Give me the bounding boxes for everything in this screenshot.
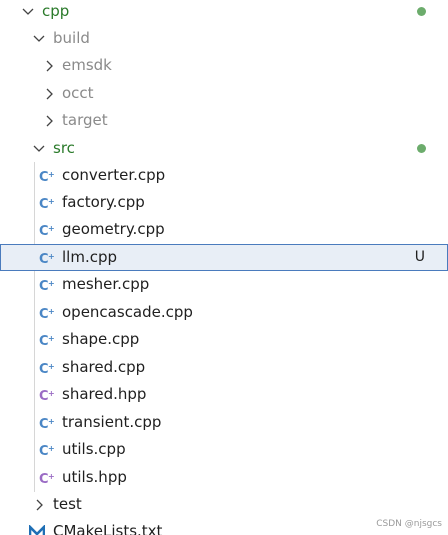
cpp-file-icon: C + (39, 354, 55, 381)
svg-text:+: + (48, 389, 55, 398)
file-label: opencascade.cpp (62, 303, 193, 321)
tree-folder-src[interactable]: src (0, 135, 448, 162)
cpp-file-icon: C + (39, 245, 55, 270)
svg-text:+: + (48, 279, 55, 288)
svg-text:+: + (48, 307, 55, 316)
hpp-file-icon: C + (39, 464, 55, 491)
svg-text:+: + (48, 197, 55, 206)
tree-file-geometry-cpp[interactable]: C + geometry.cpp (0, 216, 448, 243)
tree-file-utils-hpp[interactable]: C + utils.hpp (0, 464, 448, 491)
cpp-file-icon: C + (39, 409, 55, 436)
tree-file-utils-cpp[interactable]: C + utils.cpp (0, 436, 448, 463)
file-label: shared.cpp (62, 358, 146, 376)
folder-label: emsdk (62, 56, 112, 74)
file-label: shape.cpp (62, 330, 140, 348)
svg-text:+: + (48, 334, 55, 343)
tree-file-llm-cpp[interactable]: C + llm.cpp U (0, 244, 448, 271)
tree-folder-occt[interactable]: occt (0, 80, 448, 107)
tree-folder-build[interactable]: build (0, 25, 448, 52)
cpp-file-icon: C + (39, 299, 55, 326)
folder-label: test (53, 495, 82, 513)
file-label: CMakeLists.txt (53, 522, 163, 535)
folder-label: target (62, 111, 108, 129)
cpp-file-icon: C + (39, 189, 55, 216)
chevron-right-icon[interactable] (42, 52, 58, 79)
tree-file-converter-cpp[interactable]: C + converter.cpp (0, 162, 448, 189)
cpp-file-icon: C + (39, 326, 55, 353)
cmake-file-icon (29, 518, 45, 535)
tree-folder-cpp[interactable]: cpp (0, 0, 448, 25)
tree-folder-test[interactable]: test (0, 491, 448, 518)
tree-folder-emsdk[interactable]: emsdk (0, 52, 448, 79)
folder-label: src (53, 139, 75, 157)
cpp-file-icon: C + (39, 162, 55, 189)
file-label: factory.cpp (62, 193, 145, 211)
tree-file-shared-hpp[interactable]: C + shared.hpp (0, 381, 448, 408)
git-status-untracked: U (414, 249, 425, 265)
chevron-down-icon[interactable] (31, 25, 47, 52)
tree-file-shared-cpp[interactable]: C + shared.cpp (0, 354, 448, 381)
cpp-file-icon: C + (39, 216, 55, 243)
chevron-right-icon[interactable] (42, 107, 58, 134)
chevron-down-icon[interactable] (31, 135, 47, 162)
svg-text:+: + (48, 362, 55, 371)
svg-text:+: + (48, 417, 55, 426)
modified-dot-icon (417, 7, 426, 16)
svg-text:+: + (48, 472, 55, 481)
svg-text:+: + (48, 252, 55, 261)
file-label: transient.cpp (62, 413, 162, 431)
file-label: utils.cpp (62, 440, 126, 458)
tree-file-shape-cpp[interactable]: C + shape.cpp (0, 326, 448, 353)
folder-label: cpp (42, 2, 70, 20)
modified-dot-icon (417, 144, 426, 153)
tree-file-transient-cpp[interactable]: C + transient.cpp (0, 409, 448, 436)
chevron-down-icon[interactable] (20, 0, 36, 25)
file-label: geometry.cpp (62, 220, 165, 238)
folder-label: build (53, 29, 90, 47)
file-label: llm.cpp (62, 248, 118, 266)
file-label: mesher.cpp (62, 275, 150, 293)
cpp-file-icon: C + (39, 271, 55, 298)
svg-text:+: + (48, 170, 55, 179)
folder-label: occt (62, 84, 94, 102)
cpp-file-icon: C + (39, 436, 55, 463)
tree-file-mesher-cpp[interactable]: C + mesher.cpp (0, 271, 448, 298)
file-label: converter.cpp (62, 166, 166, 184)
tree-file-opencascade-cpp[interactable]: C + opencascade.cpp (0, 299, 448, 326)
svg-text:+: + (48, 224, 55, 233)
watermark-text: CSDN @njsgcs (376, 519, 442, 529)
file-explorer-tree: cpp build emsdk occt target src C + conv… (0, 0, 448, 535)
svg-text:+: + (48, 444, 55, 453)
chevron-right-icon[interactable] (42, 80, 58, 107)
hpp-file-icon: C + (39, 381, 55, 408)
file-label: shared.hpp (62, 385, 147, 403)
tree-folder-target[interactable]: target (0, 107, 448, 134)
file-label: utils.hpp (62, 468, 127, 486)
chevron-right-icon[interactable] (32, 491, 48, 518)
tree-file-factory-cpp[interactable]: C + factory.cpp (0, 189, 448, 216)
